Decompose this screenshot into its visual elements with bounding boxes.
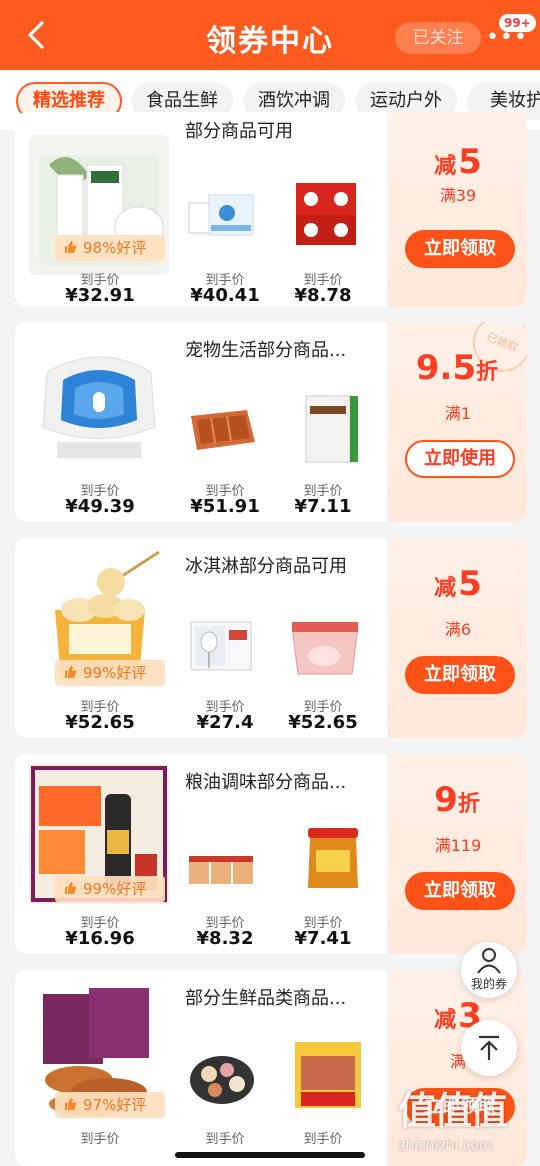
thumbs-up-icon — [65, 1098, 77, 1110]
coupon-card[interactable]: 98%好评 部分商品可用 到手价 ¥32.91 到手价 ¥40.41 到手价 ¥… — [15, 112, 527, 307]
product-image[interactable] — [187, 840, 257, 910]
rating-badge: 98%好评 — [55, 235, 165, 261]
discount-condition: 满6 — [444, 620, 472, 639]
thumbs-up-icon — [65, 666, 77, 678]
arrow-up-icon — [479, 1035, 499, 1060]
price: ¥51.91 — [190, 496, 260, 517]
user-icon — [477, 948, 501, 974]
rating-badge: 97%好评 — [55, 1092, 165, 1118]
product-image[interactable] — [300, 824, 370, 894]
coupon-card[interactable]: 97%好评 部分生鲜品类商品... 到手价 到手价 到手价 减3 满 立即领取 — [15, 970, 527, 1166]
my-coupons-button[interactable]: 我的券 — [461, 942, 517, 998]
product-image[interactable] — [187, 396, 257, 466]
home-indicator[interactable] — [175, 1152, 365, 1158]
product-image[interactable] — [300, 394, 370, 464]
rating-badge: 99%好评 — [55, 660, 165, 686]
thumbs-up-icon — [65, 241, 77, 253]
coupon-offer: 已领取 9.5折 满1 立即使用 — [389, 322, 527, 522]
discount-amount: 9折 — [434, 780, 480, 820]
rating-badge: 99%好评 — [55, 876, 165, 902]
discount-amount: 减5 — [434, 564, 482, 604]
price-label: 到手价 — [303, 1132, 343, 1147]
coupon-name: 部分生鲜品类商品... — [185, 988, 347, 1009]
use-button[interactable]: 立即使用 — [405, 440, 515, 478]
price: ¥7.41 — [294, 928, 352, 949]
rating-text: 99%好评 — [83, 664, 147, 682]
my-coupons-label: 我的券 — [470, 977, 507, 991]
product-image[interactable] — [290, 612, 360, 682]
product-image[interactable] — [290, 179, 360, 249]
coupon-card[interactable]: 宠物生活部分商品... 到手价 ¥49.39 到手价 ¥51.91 到手价 ¥7… — [15, 322, 527, 522]
price-label: 到手价 — [205, 1132, 245, 1147]
price-label: 到手价 — [80, 1132, 120, 1147]
rating-text: 97%好评 — [83, 1096, 147, 1114]
back-to-top-button[interactable] — [461, 1020, 517, 1076]
claim-button[interactable]: 立即领取 — [405, 230, 515, 268]
coupon-name: 部分商品可用 — [185, 121, 293, 142]
notification-badge: 99+ — [499, 14, 536, 32]
claim-button[interactable]: 立即领取 — [405, 872, 515, 910]
coupon-card[interactable]: 99%好评 粮油调味部分商品... 到手价 ¥16.96 到手价 ¥8.32 到… — [15, 754, 527, 954]
price: ¥8.78 — [294, 285, 352, 306]
product-image[interactable] — [187, 1040, 257, 1110]
product-image[interactable] — [293, 1040, 363, 1110]
discount-amount: 9.5折 — [415, 348, 499, 388]
price: ¥16.96 — [65, 928, 135, 949]
product-image[interactable] — [187, 612, 257, 682]
product-image[interactable] — [29, 332, 169, 472]
price: ¥52.65 — [65, 712, 135, 733]
watermark-url: zhizhizhi.com — [398, 1138, 493, 1154]
follow-button[interactable]: 已关注 — [395, 22, 481, 54]
price: ¥8.32 — [196, 928, 254, 949]
coupon-offer: 9折 满119 立即领取 — [389, 754, 527, 954]
product-image[interactable] — [187, 181, 257, 251]
coupon-card[interactable]: 99%好评 冰淇淋部分商品可用 到手价 ¥52.65 到手价 ¥27.4 到手价… — [15, 538, 527, 738]
coupon-offer: 减5 满39 立即领取 — [389, 112, 527, 307]
price: ¥7.11 — [294, 496, 352, 517]
coupon-name: 冰淇淋部分商品可用 — [185, 556, 347, 577]
price: ¥32.91 — [65, 285, 135, 306]
price: ¥52.65 — [288, 712, 358, 733]
rating-text: 98%好评 — [83, 239, 147, 257]
coupon-name: 宠物生活部分商品... — [185, 340, 347, 361]
price: ¥40.41 — [190, 285, 260, 306]
coupon-offer: 减5 满6 立即领取 — [389, 538, 527, 738]
discount-condition: 满39 — [439, 186, 477, 205]
discount-condition: 满1 — [444, 404, 472, 423]
rating-text: 99%好评 — [83, 880, 147, 898]
price: ¥27.4 — [196, 712, 254, 733]
discount-amount: 减5 — [434, 142, 482, 182]
watermark: 值值值 — [398, 1089, 508, 1133]
discount-condition: 满119 — [434, 836, 482, 855]
price: ¥49.39 — [65, 496, 135, 517]
coupon-name: 粮油调味部分商品... — [185, 772, 347, 793]
thumbs-up-icon — [65, 882, 77, 894]
top-header: 领券中心 已关注 ••• 99+ — [0, 0, 540, 70]
claim-button[interactable]: 立即领取 — [405, 656, 515, 694]
